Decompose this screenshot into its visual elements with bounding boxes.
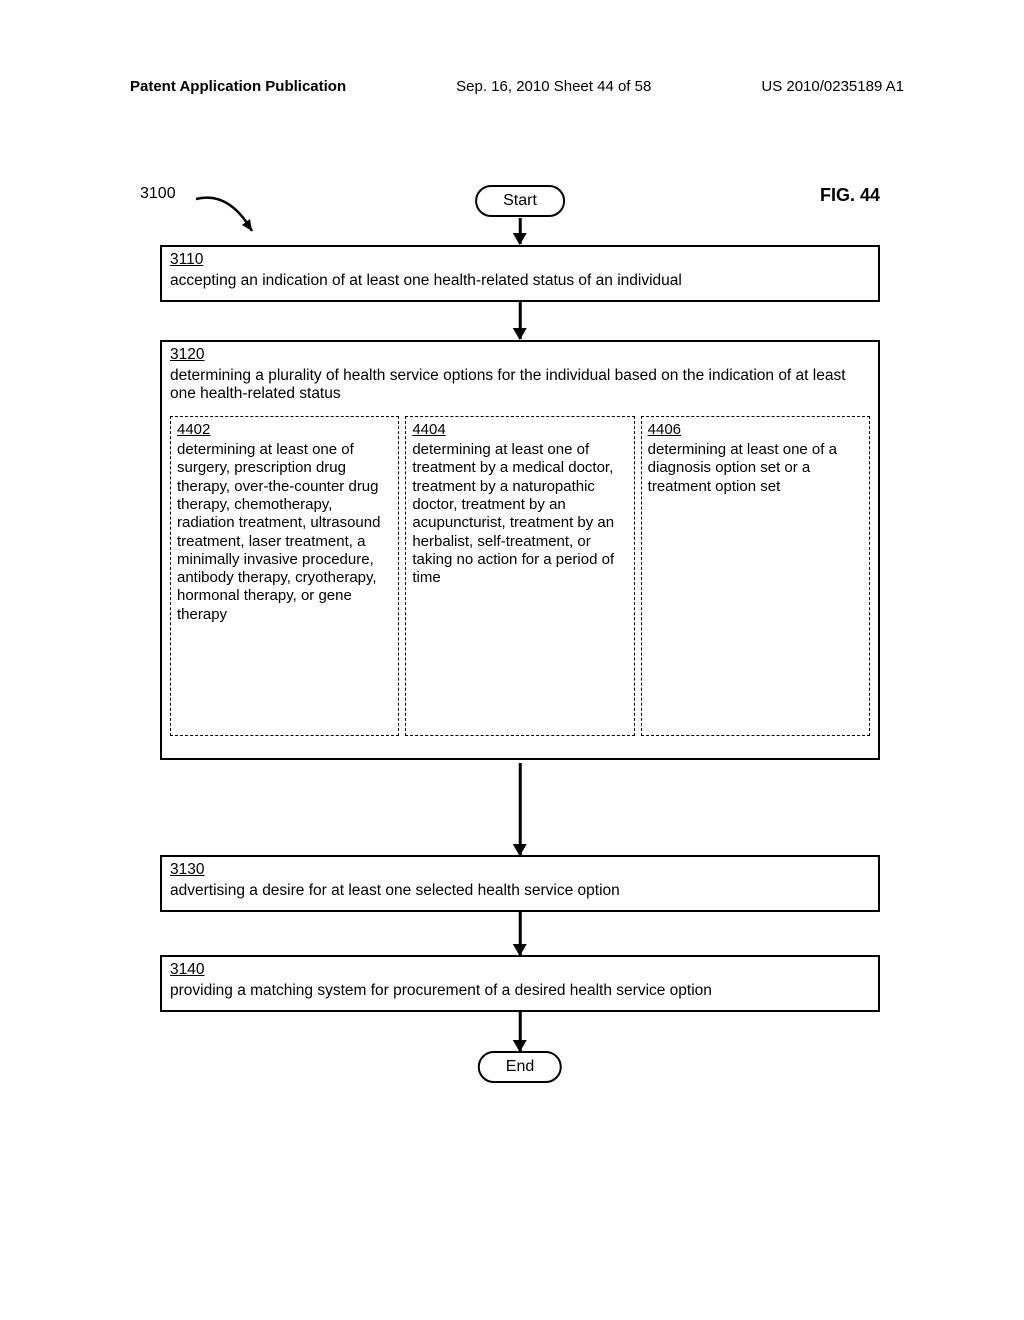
step-3140: 3140 providing a matching system for pro… — [160, 955, 880, 1012]
sub-option-row: 4402 determining at least one of surgery… — [170, 416, 870, 736]
flow-arrow-icon — [519, 301, 522, 339]
step-text: accepting an indication of at least one … — [170, 272, 682, 289]
substep-number: 4404 — [412, 421, 627, 439]
substep-number: 4406 — [648, 421, 863, 439]
step-3110: 3110 accepting an indication of at least… — [160, 245, 880, 302]
step-text: providing a matching system for procurem… — [170, 982, 712, 999]
step-3130: 3130 advertising a desire for at least o… — [160, 855, 880, 912]
substep-4402: 4402 determining at least one of surgery… — [170, 416, 399, 736]
substep-number: 4402 — [177, 421, 392, 439]
flow-arrow-icon — [519, 1011, 522, 1051]
substep-4406: 4406 determining at least one of a diagn… — [641, 416, 870, 736]
header-left: Patent Application Publication — [130, 78, 346, 95]
page-header: Patent Application Publication Sep. 16, … — [0, 78, 1024, 95]
reference-number: 3100 — [140, 185, 176, 203]
substep-text: determining at least one of surgery, pre… — [177, 441, 380, 623]
substep-text: determining at least one of a diagnosis … — [648, 441, 837, 495]
header-center: Sep. 16, 2010 Sheet 44 of 58 — [456, 78, 651, 95]
step-number: 3120 — [170, 346, 870, 365]
header-right: US 2010/0235189 A1 — [761, 78, 904, 95]
step-text: determining a plurality of health servic… — [170, 367, 846, 403]
substep-4404: 4404 determining at least one of treatme… — [405, 416, 634, 736]
start-terminator: Start — [475, 185, 565, 217]
step-3120: 3120 determining a plurality of health s… — [160, 340, 880, 760]
flow-arrow-icon — [519, 218, 522, 244]
reference-arrow-icon — [194, 193, 264, 243]
step-text: advertising a desire for at least one se… — [170, 882, 620, 899]
substep-text: determining at least one of treatment by… — [412, 441, 614, 586]
end-terminator: End — [478, 1051, 562, 1083]
step-number: 3110 — [170, 251, 870, 270]
figure-label: FIG. 44 — [820, 185, 880, 206]
flow-arrow-icon — [519, 763, 522, 855]
step-number: 3130 — [170, 861, 870, 880]
step-number: 3140 — [170, 961, 870, 980]
flow-arrow-icon — [519, 911, 522, 955]
